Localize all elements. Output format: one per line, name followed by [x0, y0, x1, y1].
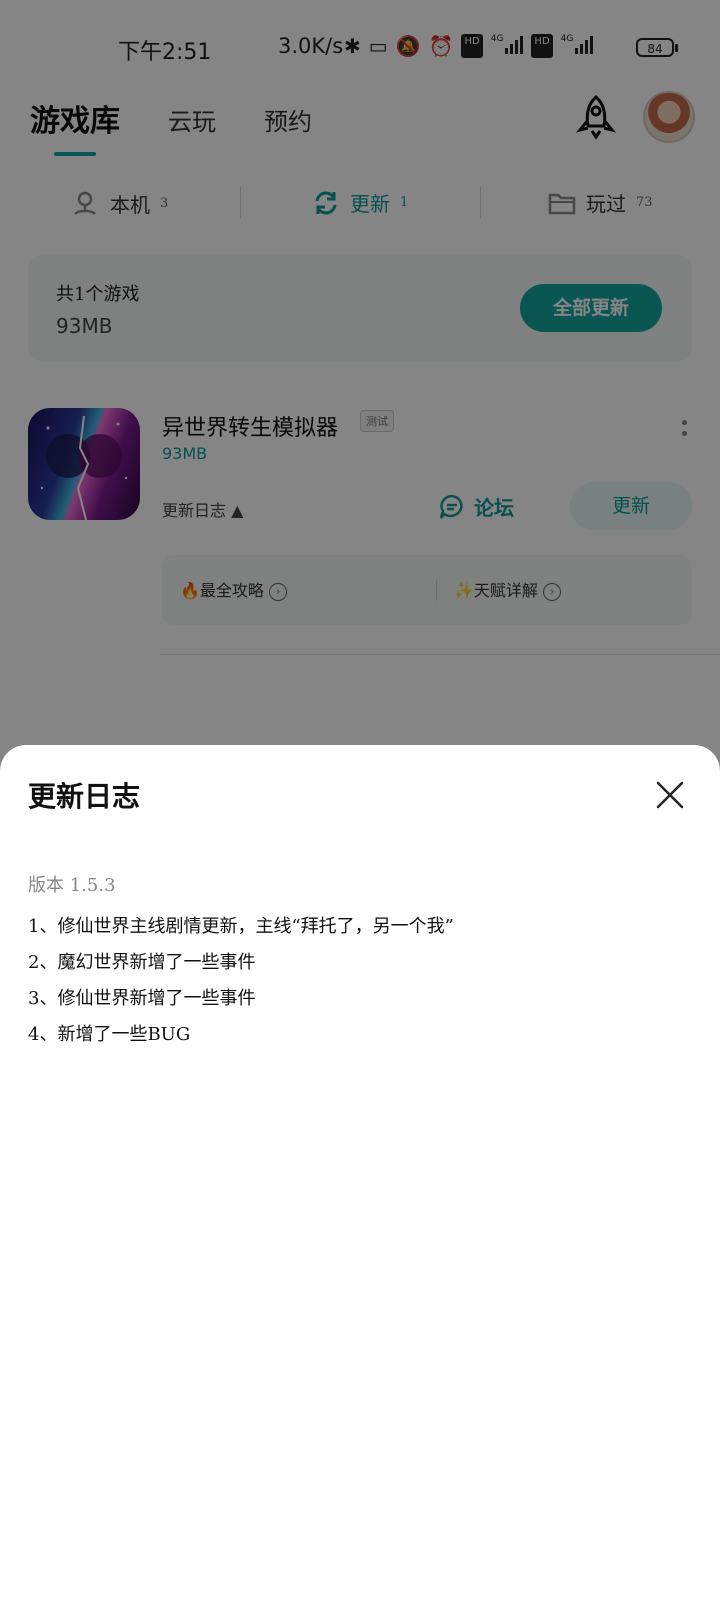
sheet-title: 更新日志	[28, 780, 141, 813]
changelog-sheet: 更新日志 版本 1.5.3 1、修仙世界主线剧情更新，主线“拜托了，另一个我” …	[0, 745, 720, 1600]
changelog-line: 1、修仙世界主线剧情更新，主线“拜托了，另一个我”	[28, 916, 454, 937]
version-label: 版本 1.5.3	[28, 875, 116, 896]
changelog-line: 3、修仙世界新增了一些事件	[28, 988, 256, 1009]
changelog-line: 4、新增了一些BUG	[28, 1024, 191, 1045]
close-icon[interactable]	[654, 779, 686, 811]
changelog-line: 2、魔幻世界新增了一些事件	[28, 952, 256, 973]
